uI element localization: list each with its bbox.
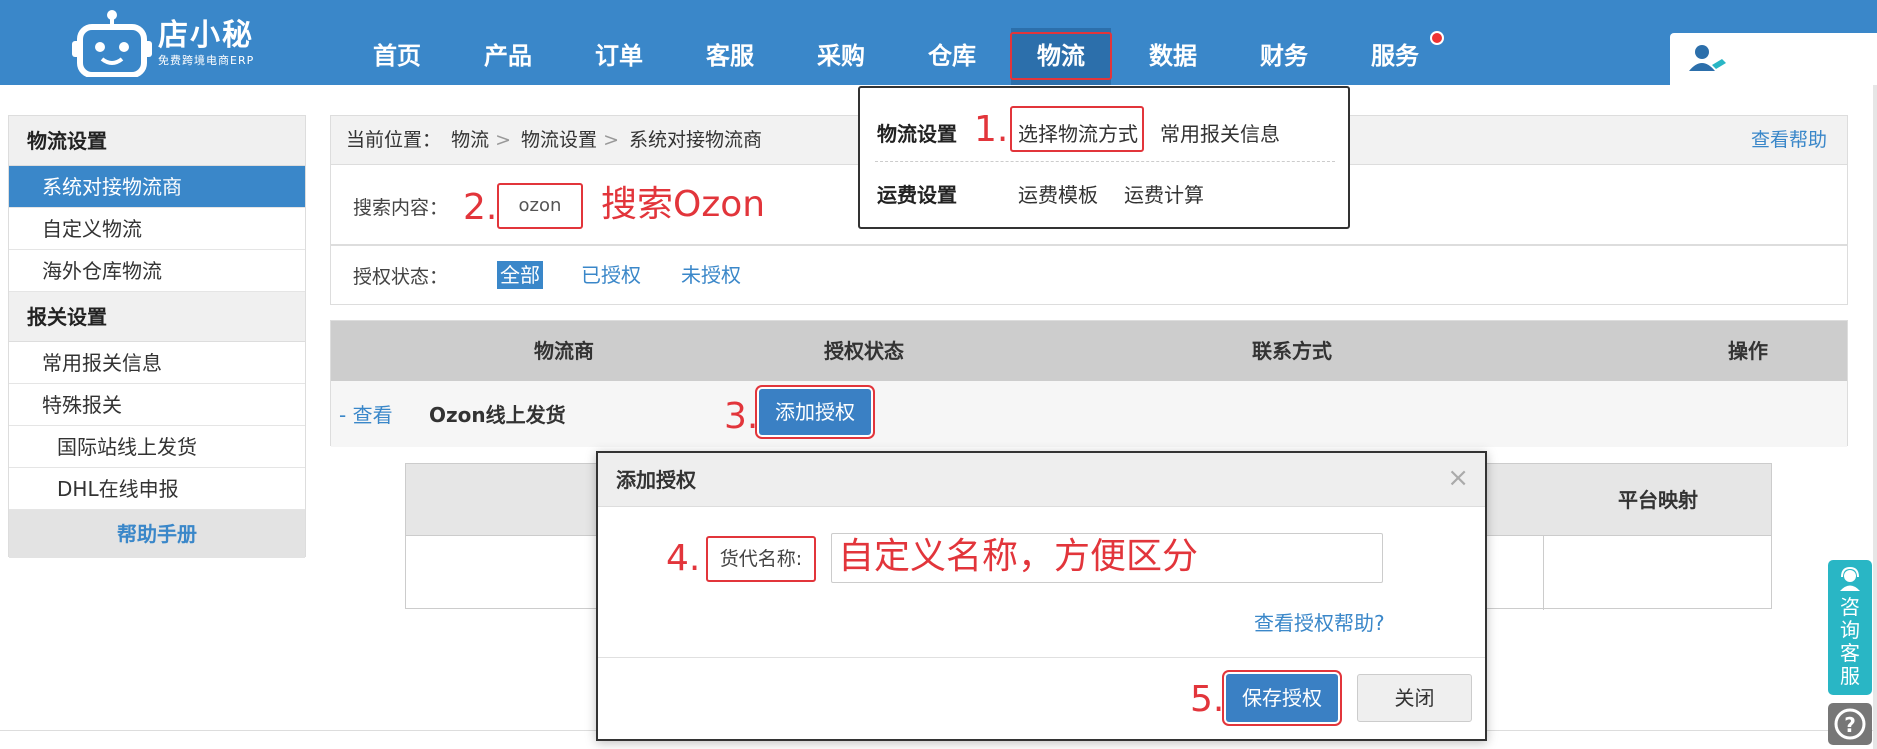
sidebar-item-dhl-declaration[interactable]: DHL在线申报 [9,468,305,510]
filter-all[interactable]: 全部 [497,261,543,289]
col-carrier: 物流商 [534,339,594,363]
forwarder-name-label: 货代名称: [706,536,816,582]
auth-status-filter: 授权状态： 全部 已授权 未授权 [330,245,1848,305]
logistics-dropdown-menu: 物流设置 1. 选择物流方式 常用报关信息 运费设置 运费模板 运费计算 [858,86,1350,229]
logo[interactable]: 店小秘 免费跨境电商ERP [72,8,254,78]
nav-data[interactable]: 数据 [1123,0,1223,85]
sidebar-item-custom-logistics[interactable]: 自定义物流 [9,208,305,250]
add-authorization-modal: 添加授权 × 4. 货代名称: 自定义名称，方便区分 查看授权帮助? 5. 保存… [596,451,1487,741]
dropdown-link-freight-template[interactable]: 运费模板 [1018,179,1098,208]
save-authorization-button[interactable]: 保存授权 [1226,674,1338,722]
dropdown-section-logistics-settings: 物流设置 [877,122,957,146]
breadcrumb-sep: > [603,129,619,151]
divider [1543,536,1544,610]
sidebar-help-manual[interactable]: 帮助手册 [9,510,305,558]
nav-logistics-highlight [1010,32,1112,80]
top-navbar: 店小秘 免费跨境电商ERP 首页 产品 订单 客服 采购 仓库 物流 数据 财务… [0,0,1877,85]
view-details-link[interactable]: - 查看 [339,399,393,428]
user-add-icon [1689,45,1726,71]
search-label: 搜索内容： [353,197,449,219]
filter-unauthorized[interactable]: 未授权 [681,261,741,289]
nav-purchase[interactable]: 采购 [791,0,891,85]
breadcrumb-sep: > [495,129,511,151]
breadcrumb-item-logistics[interactable]: 物流 [451,129,489,151]
annotation-custom-name: 自定义名称，方便区分 [838,536,1199,577]
close-icon[interactable]: × [1447,463,1469,493]
nav-products[interactable]: 产品 [458,0,558,85]
carrier-name: Ozon线上发货 [429,403,566,427]
annotation-step-2: 2. [463,187,498,228]
dropdown-link-select-shipping-method[interactable]: 选择物流方式 [1018,118,1138,147]
close-button[interactable]: 关闭 [1357,674,1472,722]
breadcrumb-item-current: 系统对接物流商 [629,129,763,151]
sidebar-item-common-customs[interactable]: 常用报关信息 [9,342,305,384]
col-platform-mapping: 平台映射 [1618,488,1698,512]
table-row: - 查看 Ozon线上发货 3. 添加授权 [331,381,1847,447]
notification-dot [1430,31,1444,45]
table-header: 物流商 授权状态 联系方式 操作 [331,321,1847,381]
robot-logo-icon [72,10,152,77]
annotation-step-1: 1. [974,109,1009,150]
col-contact: 联系方式 [1252,339,1332,363]
question-mark: ? [1844,713,1856,737]
annotation-search-ozon: 搜索Ozon [601,184,766,225]
nav-home[interactable]: 首页 [347,0,447,85]
divider [875,161,1335,162]
col-auth-status: 授权状态 [824,339,904,363]
modal-footer: 5. 保存授权 关闭 [598,657,1485,741]
headset-icon [1840,566,1860,591]
annotation-step-5: 5. [1190,679,1225,720]
user-menu[interactable] [1670,33,1877,85]
auth-help-link[interactable]: 查看授权帮助? [1254,607,1385,636]
search-input[interactable]: ozon [497,183,583,229]
consult-service-label: 咨询客服 [1840,595,1860,688]
breadcrumb-prefix: 当前位置： [346,129,442,151]
nav-customer-service[interactable]: 客服 [680,0,780,85]
consult-service-button[interactable]: 咨询客服 [1828,560,1872,695]
sidebar-item-special-customs[interactable]: 特殊报关 [9,384,305,426]
sidebar-group-logistics-settings: 物流设置 [9,116,305,166]
logo-subtitle: 免费跨境电商ERP [158,54,255,67]
filter-authorized[interactable]: 已授权 [581,261,641,289]
question-icon: ? [1834,708,1866,740]
filter-label: 授权状态： [353,266,449,288]
nav-warehouse[interactable]: 仓库 [902,0,1002,85]
sidebar-item-overseas-warehouse[interactable]: 海外仓库物流 [9,250,305,292]
add-authorization-button[interactable]: 添加授权 [759,389,871,435]
dropdown-link-freight-calc[interactable]: 运费计算 [1124,179,1204,208]
sidebar: 物流设置 系统对接物流商 自定义物流 海外仓库物流 报关设置 常用报关信息 特殊… [8,115,306,558]
sidebar-group-customs-settings: 报关设置 [9,292,305,342]
annotation-step-3: 3. [724,396,759,437]
nav-orders[interactable]: 订单 [569,0,669,85]
col-actions: 操作 [1728,339,1768,363]
breadcrumb-item-logistics-settings[interactable]: 物流设置 [521,129,597,151]
dropdown-link-common-customs[interactable]: 常用报关信息 [1160,118,1280,147]
carrier-table: 物流商 授权状态 联系方式 操作 - 查看 Ozon线上发货 3. 添加授权 [330,320,1848,447]
dropdown-section-freight-settings: 运费设置 [877,183,957,207]
nav-services[interactable]: 服务 [1345,0,1445,85]
page-scrollbar[interactable] [1873,85,1877,749]
modal-title: 添加授权 [598,453,1485,507]
help-button[interactable]: ? [1828,703,1872,745]
annotation-step-4: 4. [666,538,701,579]
sidebar-item-intl-online-shipping[interactable]: 国际站线上发货 [9,426,305,468]
sidebar-item-system-carriers[interactable]: 系统对接物流商 [9,166,305,208]
view-help-link[interactable]: 查看帮助 [1751,116,1827,164]
logo-name: 店小秘 [158,18,254,53]
nav-finance[interactable]: 财务 [1234,0,1334,85]
